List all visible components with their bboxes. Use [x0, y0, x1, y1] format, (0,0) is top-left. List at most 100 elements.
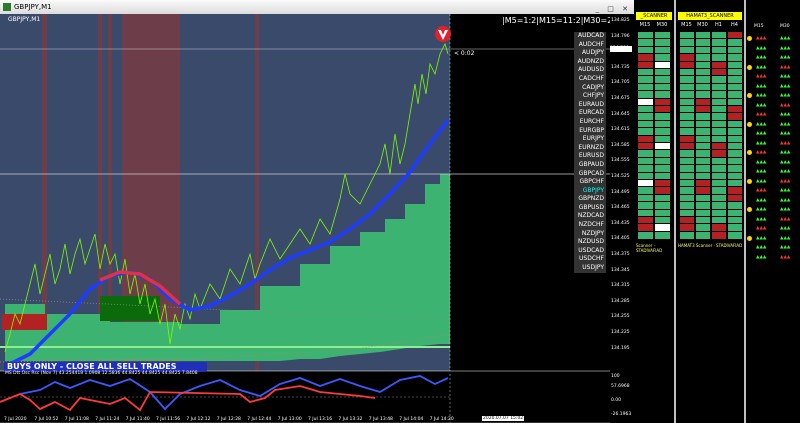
trend-arrows-icon: ▲▲▲	[780, 178, 791, 184]
pair-button-cadjpy[interactable]: CADJPY	[574, 83, 606, 93]
scanner-cell[interactable]	[654, 230, 671, 240]
pair-button-eurgbp[interactable]: EURGBP	[574, 126, 606, 136]
pair-button-audcad[interactable]: AUDCAD	[574, 32, 606, 41]
pair-button-chfjpy[interactable]: CHFJPY	[574, 92, 606, 101]
trend-arrows-icon: ▲▲▲	[780, 169, 791, 174]
pair-button-eurjpy[interactable]: EURJPY	[574, 135, 606, 144]
trend-arrows-icon: ▲▲▲	[756, 45, 767, 51]
pair-button-nzdcad[interactable]: NZDCAD	[574, 212, 606, 222]
trend-arrows-icon: ▲▲▲	[780, 112, 791, 117]
scanner-2-title: HAMAT3_SCANNER	[678, 12, 742, 20]
scanner-cell[interactable]	[679, 230, 695, 240]
pair-button-cadchf[interactable]: CADCHF	[574, 74, 606, 84]
price-tick: 134.495	[611, 189, 630, 195]
trend-arrows-icon: ▲▲▲	[756, 150, 767, 155]
price-scale: 134.825 134.796 134.766 134.735 134.705 134.6…	[610, 14, 634, 423]
trend-arrows-icon: ▲▲▲	[756, 83, 767, 89]
scanner-cell[interactable]	[727, 230, 743, 240]
mtf-header-m30: M30	[780, 24, 790, 29]
symbol-label: GBPJPY,M1	[8, 16, 41, 23]
scanner-2-footer: HAMAT3 Scanner · STADIVAFIAD	[678, 243, 743, 248]
pair-button-nzdchf[interactable]: NZDCHF	[574, 221, 606, 230]
alert-dot-icon	[747, 121, 752, 127]
pair-button-audusd[interactable]: AUDUSD	[574, 66, 606, 75]
time-tick: 7 Jul 14:04	[399, 417, 424, 422]
price-tick: 134.555	[611, 158, 630, 164]
pair-button-eurusd[interactable]: EURUSD	[574, 152, 606, 161]
trend-arrows-icon: ▲▲▲	[780, 93, 791, 98]
pair-button-audnzd[interactable]: AUDNZD	[574, 57, 606, 67]
pair-button-euraud[interactable]: EURAUD	[574, 100, 606, 110]
trend-arrows-icon: ▲▲▲	[756, 188, 767, 193]
price-tick: 134.375	[611, 252, 630, 257]
trend-arrows-icon: ▲▲▲	[780, 83, 791, 89]
trend-arrows-icon: ▲▲▲	[780, 45, 791, 51]
price-tick: 134.465	[611, 205, 630, 211]
trend-arrows-icon: ▲▲▲	[756, 197, 767, 203]
trend-arrows-icon: ▲▲▲	[780, 235, 791, 241]
time-tick: 7 Jul 2020	[4, 417, 27, 422]
scanner-1-title: _SCANNER	[636, 12, 672, 20]
time-tick: 7 Jul 11:56	[156, 417, 181, 422]
title-bar: GBPJPY,M1 _ □ ✕	[0, 0, 634, 15]
pair-button-eurchf[interactable]: EURCHF	[574, 117, 606, 127]
trend-arrows-icon: ▲▲▲	[756, 254, 767, 260]
pair-button-gbpusd[interactable]: GBPUSD	[574, 203, 606, 213]
pair-button-gbpaud[interactable]: GBPAUD	[574, 160, 606, 170]
pair-button-nzdusd[interactable]: NZDUSD	[574, 238, 606, 247]
trend-arrows-icon: ▲▲▲	[756, 226, 767, 231]
trend-arrows-icon: ▲▲▲	[780, 55, 791, 60]
pair-button-audjpy[interactable]: AUDJPY	[574, 49, 606, 58]
mtf-panel: M15 M30 ▲▲▲ ▲▲▲ ▲▲▲ ▲▲▲ ▲▲▲ ▲▲▲ ▲▲▲ ▲▲▲ ▲▲▲ ▲▲▲ ▲▲…	[746, 0, 800, 423]
mtf-header-m15: M15	[754, 24, 764, 29]
pair-button-audchf[interactable]: AUDCHF	[574, 40, 606, 50]
trend-arrows-icon: ▲▲▲	[756, 245, 767, 250]
time-tick: 7 Jul 13:16	[308, 417, 333, 422]
cloud-red	[2, 314, 47, 330]
time-tick: 7 Jul 13:32	[338, 417, 363, 422]
window-title: GBPJPY,M1	[14, 3, 52, 11]
trend-arrows-icon: ▲▲▲	[780, 207, 791, 212]
trend-arrows-icon: ▲▲▲	[780, 140, 791, 146]
price-tick: 134.435	[611, 220, 630, 226]
trend-arrows-icon: ▲▲▲	[756, 36, 767, 41]
alert-dot-icon	[747, 235, 752, 241]
pair-button-eurnzd[interactable]: EURNZD	[574, 143, 606, 153]
pair-button-eurcad[interactable]: EURCAD	[574, 109, 606, 118]
pair-button-gbpnzd[interactable]: GBPNZD	[574, 195, 606, 204]
scanner-col-header: M15	[639, 22, 651, 28]
trend-arrows-icon: ▲▲▲	[756, 55, 767, 60]
trend-arrows-icon: ▲▲▲	[780, 159, 791, 165]
pair-button-gbpjpy[interactable]: GBPJPY	[574, 186, 606, 196]
pair-button-usdcad[interactable]: USDCAD	[574, 246, 606, 256]
pair-button-gbpcad[interactable]: GBPCAD	[574, 169, 606, 179]
price-tick: 134.825	[611, 18, 630, 23]
trend-arrows-icon: ▲▲▲	[756, 102, 767, 108]
alert-dot-icon	[747, 178, 752, 184]
pair-button-nzdjpy[interactable]: NZDJPY	[574, 229, 606, 239]
trend-arrows-icon: ▲▲▲	[780, 245, 791, 250]
indicator-tick: 0.00	[611, 398, 622, 403]
scanner-cell[interactable]	[695, 230, 711, 240]
pair-button-usdjpy[interactable]: USDJPY	[574, 264, 606, 273]
scanner-col-header: M30	[697, 22, 708, 28]
time-tick: 7 Jul 14:20	[429, 417, 454, 422]
alert-dot-icon	[747, 207, 752, 212]
time-tick: 7 Jul 12:28	[216, 417, 241, 422]
alert-dot-icon	[747, 93, 752, 98]
scanner-cell[interactable]	[711, 230, 727, 240]
price-tick: 134.405	[611, 236, 630, 242]
pair-button-gbpchf[interactable]: GBPCHF	[574, 178, 606, 187]
time-tick: 7 Jul 11:40	[125, 417, 150, 422]
time-tick: 7 Jul 10:52	[34, 417, 59, 422]
trend-arrows-icon: ▲▲▲	[780, 216, 791, 222]
pair-button-usdchf[interactable]: USDCHF	[574, 255, 606, 265]
time-tick: 7 Jul 13:00	[277, 417, 302, 422]
scanner-cell[interactable]	[637, 230, 654, 240]
alert-dot-icon	[747, 64, 752, 70]
alert-dot-icon	[747, 150, 752, 155]
time-tick: 7 Jul 11:24	[95, 417, 120, 422]
price-chart[interactable]: GBPJPY,M1 |M5=1:2|M15=11:2|M30=26:2 < 0:…	[0, 14, 610, 423]
trend-arrows-icon: ▲▲▲	[756, 64, 767, 70]
trend-arrows-icon: ▲▲▲	[756, 74, 767, 79]
